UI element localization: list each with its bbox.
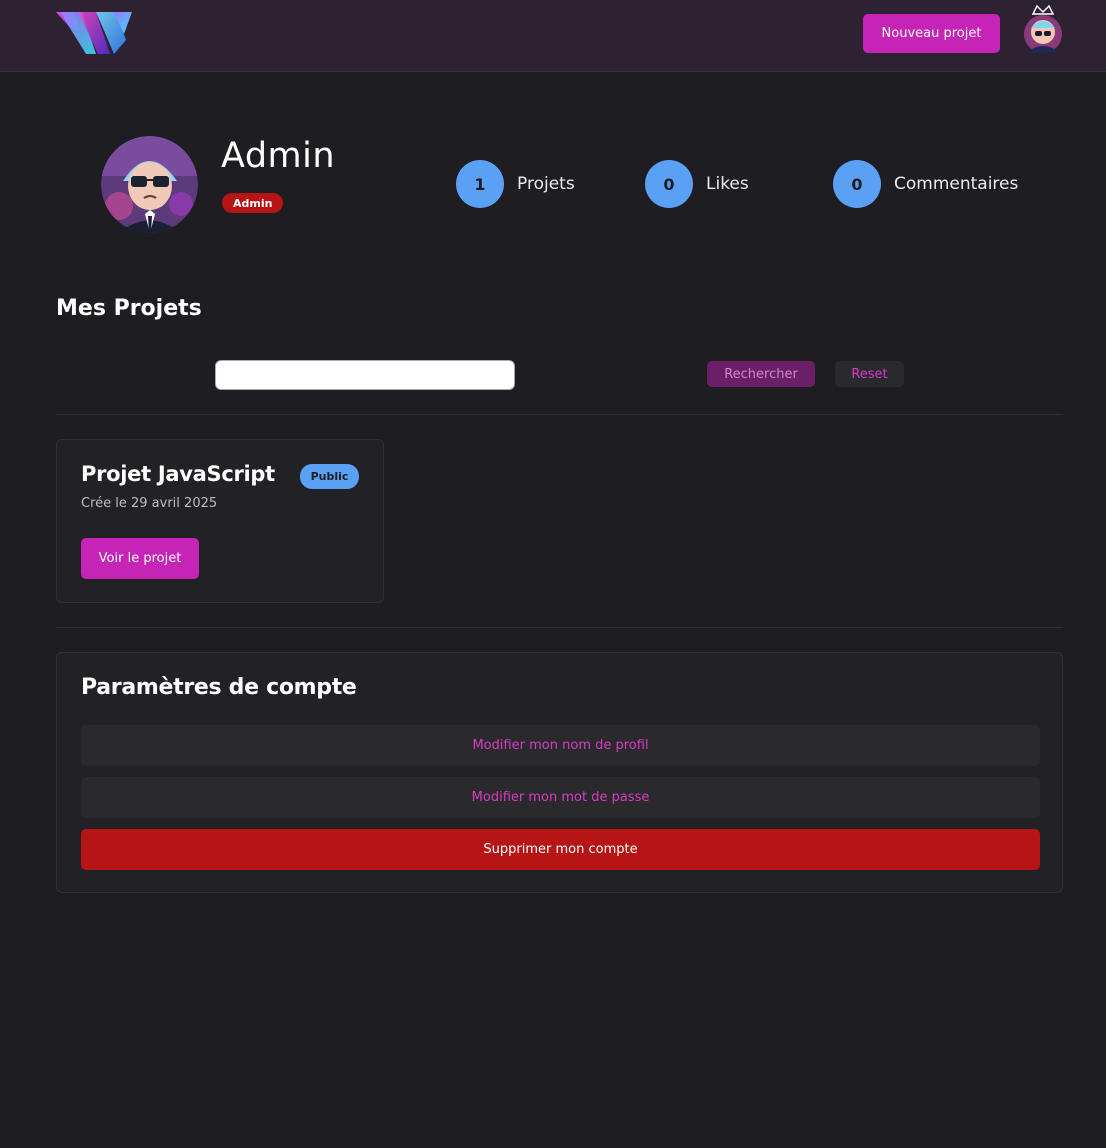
settings-title: Paramètres de compte (81, 675, 357, 700)
view-project-button[interactable]: Voir le projet (81, 538, 199, 579)
profile-avatar (101, 136, 198, 233)
divider (56, 627, 1063, 628)
stat-comments: 0 Commentaires (833, 160, 1018, 208)
stat-comments-count: 0 (833, 160, 881, 208)
stat-likes-label: Likes (706, 174, 749, 194)
stat-likes-count: 0 (645, 160, 693, 208)
reset-button[interactable]: Reset (835, 361, 904, 387)
navbar: Nouveau projet (0, 0, 1106, 72)
profile-name: Admin (221, 136, 336, 176)
project-title: Projet JavaScript (81, 462, 275, 486)
new-project-button[interactable]: Nouveau projet (863, 14, 1000, 53)
stat-projects-count: 1 (456, 160, 504, 208)
delete-account-button[interactable]: Supprimer mon compte (81, 829, 1040, 870)
search-input[interactable] (215, 360, 515, 390)
stat-likes: 0 Likes (645, 160, 749, 208)
project-date: Crée le 29 avril 2025 (81, 496, 218, 511)
account-settings-card: Paramètres de compte Modifier mon nom de… (56, 652, 1063, 893)
projects-section-title: Mes Projets (56, 296, 202, 321)
stat-projects: 1 Projets (456, 160, 575, 208)
stat-comments-label: Commentaires (894, 174, 1019, 194)
project-card: Projet JavaScript Public Crée le 29 avri… (56, 439, 384, 603)
search-button[interactable]: Rechercher (707, 361, 815, 387)
stat-projects-label: Projets (517, 174, 575, 194)
edit-password-button[interactable]: Modifier mon mot de passe (81, 777, 1040, 818)
brand-logo[interactable] (56, 10, 132, 56)
user-avatar-icon[interactable] (1020, 2, 1066, 54)
role-badge: Admin (222, 193, 284, 213)
divider (56, 414, 1063, 415)
edit-profile-name-button[interactable]: Modifier mon nom de profil (81, 725, 1040, 766)
visibility-badge: Public (300, 464, 359, 489)
